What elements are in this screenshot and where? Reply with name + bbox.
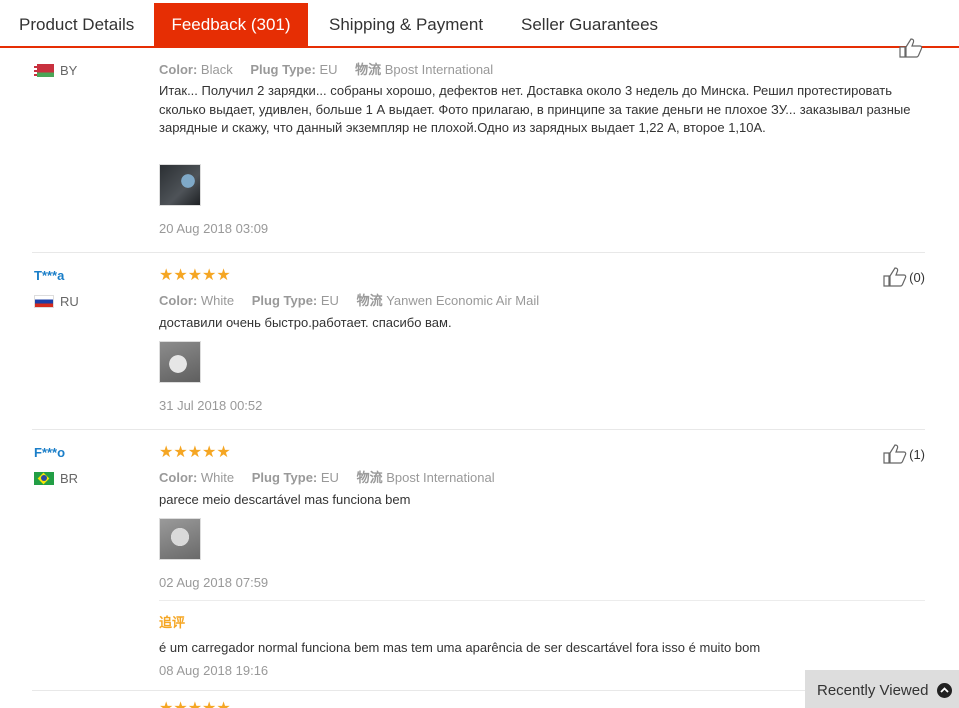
helpful-button[interactable] (899, 38, 925, 58)
tab-shipping-payment[interactable]: Shipping & Payment (308, 3, 501, 46)
followup-divider (159, 600, 925, 601)
flag-ru-icon (34, 295, 54, 308)
recently-viewed-label: Recently Viewed (817, 681, 929, 699)
star-rating-partial: ★★★★★ (159, 698, 231, 708)
chevron-up-icon (937, 682, 953, 698)
thumbs-up-icon (883, 267, 907, 287)
review-item: BY Color: Black Plug Type: EU 物流 Bpost I… (32, 38, 925, 253)
review-date: 02 Aug 2018 07:59 (159, 575, 269, 590)
tab-feedback[interactable]: Feedback (301) (154, 3, 308, 47)
tab-bar: Product Details Feedback (301) Shipping … (0, 3, 959, 48)
followup-label: 追评 (159, 615, 186, 630)
attr-color: White (200, 293, 235, 308)
flag-by-icon (34, 64, 54, 77)
attr-plug: EU (320, 470, 339, 485)
country-code: BR (60, 471, 79, 486)
thumbs-up-icon (899, 38, 923, 58)
tab-seller-guarantees[interactable]: Seller Guarantees (501, 3, 701, 46)
thumbs-up-icon (883, 444, 907, 464)
review-item: T***a RU ★★★★★ (0) Color: White Plug Typ… (32, 253, 925, 430)
followup-date: 08 Aug 2018 19:16 (159, 663, 269, 678)
review-photo[interactable] (159, 164, 201, 206)
reviewer-country: BR (34, 471, 78, 486)
star-rating: ★★★★★ (159, 444, 231, 461)
reviewer-country: BY (34, 63, 77, 78)
review-photo[interactable] (159, 341, 201, 383)
attr-shipping: Bpost International (384, 62, 494, 77)
attr-color: Black (200, 62, 233, 77)
review-attributes: Color: Black Plug Type: EU 物流 Bpost Inte… (159, 62, 494, 77)
review-text: Итак... Получил 2 зарядки... собраны хор… (159, 83, 911, 135)
review-text: parece meio descartável mas funciona bem (159, 492, 411, 507)
attr-color: White (200, 470, 235, 485)
attr-shipping: Yanwen Economic Air Mail (386, 293, 540, 308)
country-code: BY (60, 63, 78, 78)
review-date: 31 Jul 2018 00:52 (159, 398, 263, 413)
followup-text: é um carregador normal funciona bem mas … (159, 640, 761, 655)
recently-viewed-button[interactable]: Recently Viewed (805, 670, 959, 708)
helpful-count: (0) (909, 269, 925, 285)
review-date: 20 Aug 2018 03:09 (159, 221, 269, 236)
reviewer-name: T***a (34, 268, 65, 283)
star-rating: ★★★★★ (159, 267, 231, 284)
review-attributes: Color: White Plug Type: EU 物流 Bpost Inte… (159, 470, 495, 485)
review-photo[interactable] (159, 518, 201, 560)
review-text: доставили очень быстро.работает. спасибо… (159, 315, 452, 330)
reviewer-name: F***o (34, 445, 66, 460)
helpful-button[interactable]: (0) (883, 267, 925, 287)
flag-br-icon (34, 472, 54, 485)
helpful-count: (1) (909, 446, 925, 462)
attr-plug: EU (319, 62, 338, 77)
attr-shipping: Bpost International (386, 470, 495, 485)
review-attributes: Color: White Plug Type: EU 物流 Yanwen Eco… (159, 293, 540, 308)
reviewer-country: RU (34, 294, 79, 309)
country-code: RU (60, 294, 79, 309)
helpful-button[interactable]: (1) (883, 444, 925, 464)
tab-product-details[interactable]: Product Details (0, 3, 154, 46)
attr-plug: EU (320, 293, 339, 308)
